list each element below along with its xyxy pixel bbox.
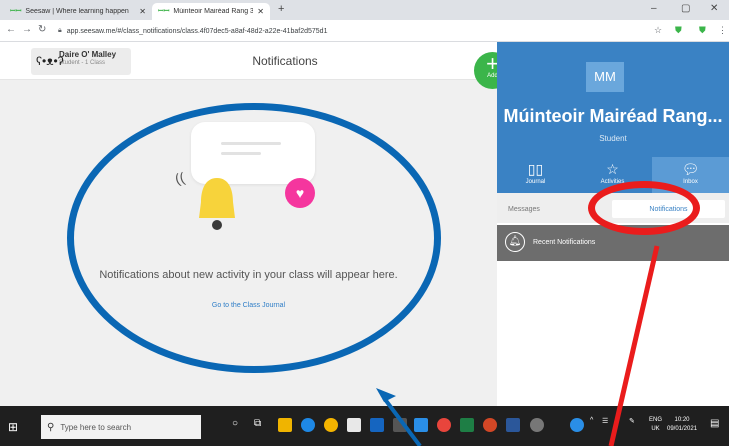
notifications-list (497, 261, 729, 406)
vpn-extension-icon[interactable]: ⛊ (699, 25, 706, 36)
seesaw-favicon: ꟷꟷ (158, 8, 170, 15)
chrome2-icon[interactable] (437, 418, 451, 432)
search-icon: ⚲ (47, 421, 55, 433)
messages-segment[interactable]: Messages (502, 200, 597, 218)
app3-icon[interactable] (530, 418, 544, 432)
activities-icon: ☆ (606, 161, 619, 177)
new-tab-button[interactable]: + (278, 3, 284, 15)
bookmark-star-icon[interactable]: ☆ (654, 25, 662, 36)
tab-label: Journal (525, 179, 546, 185)
chrome-icon[interactable] (324, 418, 338, 432)
shield-extension-icon[interactable]: ⛊ (675, 25, 682, 36)
edge-icon[interactable] (301, 418, 315, 432)
class-panel-header: MM Múinteoir Mairéad Rang... Student (497, 42, 729, 157)
class-avatar: MM (586, 62, 624, 92)
annotation-red-circle (588, 181, 700, 235)
user-subtitle: Student - 1 Class (59, 60, 106, 66)
tab-label: Seesaw | Where learning happen (25, 8, 129, 15)
excel-icon[interactable] (460, 418, 474, 432)
tab-label: Inbox (683, 179, 698, 185)
user-name: Daire O' Malley (59, 50, 117, 59)
notification-center-icon[interactable]: ▤ (710, 418, 719, 429)
url-text: app.seesaw.me/#/class_notifications/clas… (66, 27, 328, 35)
page-title: Notifications (252, 54, 318, 68)
app-icon[interactable] (370, 418, 384, 432)
browser-tab-class[interactable]: ꟷꟷ Múinteoir Mairéad Rang 3 2020- ✕ (152, 3, 270, 20)
user-switcher[interactable]: ʕ•ᴥ•ʔ Daire O' Malley Student - 1 Class (31, 48, 131, 75)
app-header: ʕ•ᴥ•ʔ Daire O' Malley Student - 1 Class … (0, 42, 497, 80)
pen-icon[interactable]: ✎ (629, 417, 635, 425)
tray-chevron-icon[interactable]: ^ (590, 417, 593, 424)
powerpoint-icon[interactable] (483, 418, 497, 432)
browser-tab-bar: ꟷꟷ Seesaw | Where learning happen ✕ ꟷꟷ M… (0, 0, 729, 20)
seesaw-favicon: ꟷꟷ (10, 8, 22, 15)
clock-time: 10:20 (674, 417, 690, 423)
lock-icon: 🔒︎ (58, 27, 62, 34)
language-indicator[interactable]: ENG UK (649, 416, 662, 434)
tab-label: Múinteoir Mairéad Rang 3 2020- (173, 8, 254, 15)
back-arrow-icon[interactable]: ← (6, 24, 16, 35)
panda-avatar-icon: ʕ•ᴥ•ʔ (36, 54, 64, 68)
search-placeholder: Type here to search (60, 422, 132, 432)
people-icon[interactable] (570, 418, 584, 432)
cortana-icon[interactable]: ○ (232, 418, 246, 432)
close-tab-icon[interactable]: ✕ (257, 7, 264, 16)
bell-outline-icon: 🔔︎ (505, 232, 525, 252)
forward-arrow-icon[interactable]: → (22, 24, 32, 35)
network-icon[interactable]: ☰ (602, 417, 608, 425)
store-icon[interactable] (347, 418, 361, 432)
role-label: Student (599, 134, 627, 143)
close-tab-icon[interactable]: ✕ (139, 7, 146, 16)
clock-date: 09/01/2021 (667, 426, 698, 432)
minimize-button[interactable]: – (651, 3, 657, 14)
file-explorer-icon[interactable] (278, 418, 292, 432)
tab-journal[interactable]: ▯▯ Journal (497, 157, 574, 193)
lang-code: ENG (649, 417, 663, 423)
class-name[interactable]: Múinteoir Mairéad Rang... (497, 106, 729, 127)
volume-icon[interactable]: 🔈︎ (615, 417, 619, 425)
close-window-button[interactable]: ✕ (710, 3, 718, 14)
region-code: UK (651, 426, 660, 432)
task-view-icon[interactable]: ⧉ (254, 418, 268, 432)
book-icon: ▯▯ (527, 161, 544, 177)
chat-bubbles-icon: 💬︎ (681, 161, 700, 177)
reload-icon[interactable]: ↻ (38, 24, 46, 35)
maximize-button[interactable]: ▢ (681, 3, 690, 14)
more-menu-icon[interactable]: ⋮ (718, 25, 727, 36)
windows-taskbar: ⊞ ⚲ Type here to search ○ ⧉ ^ ☰ 🔈︎ ✎ ENG… (0, 406, 729, 446)
address-bar-row: ← → ↻ 🔒︎ app.seesaw.me/#/class_notificat… (0, 20, 729, 42)
clock[interactable]: 10:20 09/01/2021 (667, 416, 697, 434)
word-icon[interactable] (506, 418, 520, 432)
recent-notifications-label: Recent Notifications (533, 239, 596, 246)
app2-icon[interactable] (414, 418, 428, 432)
windows-start-icon[interactable]: ⊞ (8, 420, 18, 434)
url-field[interactable]: 🔒︎ app.seesaw.me/#/class_notifications/c… (58, 23, 668, 39)
taskbar-search[interactable]: ⚲ Type here to search (41, 415, 201, 439)
mail-icon[interactable] (393, 418, 407, 432)
browser-tab-seesaw[interactable]: ꟷꟷ Seesaw | Where learning happen ✕ (4, 3, 152, 20)
annotation-blue-circle (67, 103, 441, 373)
